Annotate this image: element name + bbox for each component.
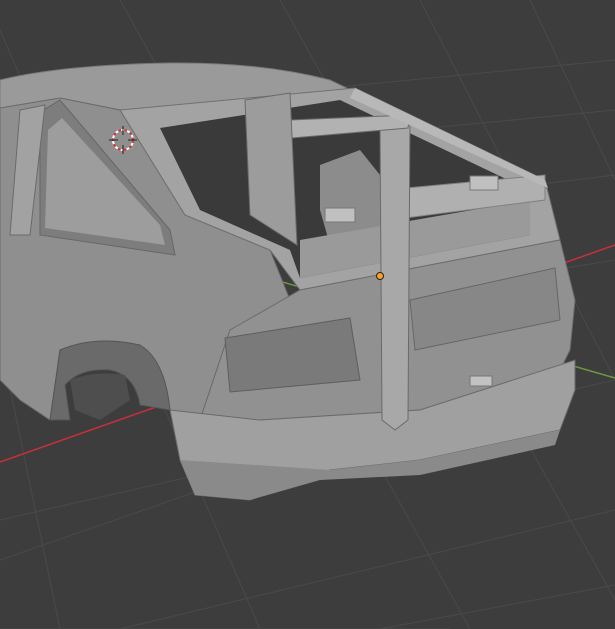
license-plate-mount bbox=[469, 375, 493, 387]
3d-viewport[interactable] bbox=[0, 0, 615, 629]
wheel-arch-inner bbox=[70, 373, 130, 420]
car-body-model[interactable] bbox=[0, 62, 576, 501]
object-origin-icon[interactable] bbox=[376, 272, 384, 280]
viewport-canvas[interactable] bbox=[0, 0, 615, 629]
interior-block-left bbox=[324, 207, 356, 223]
interior-block-right bbox=[469, 175, 499, 191]
roll-cage-bar bbox=[379, 119, 411, 431]
